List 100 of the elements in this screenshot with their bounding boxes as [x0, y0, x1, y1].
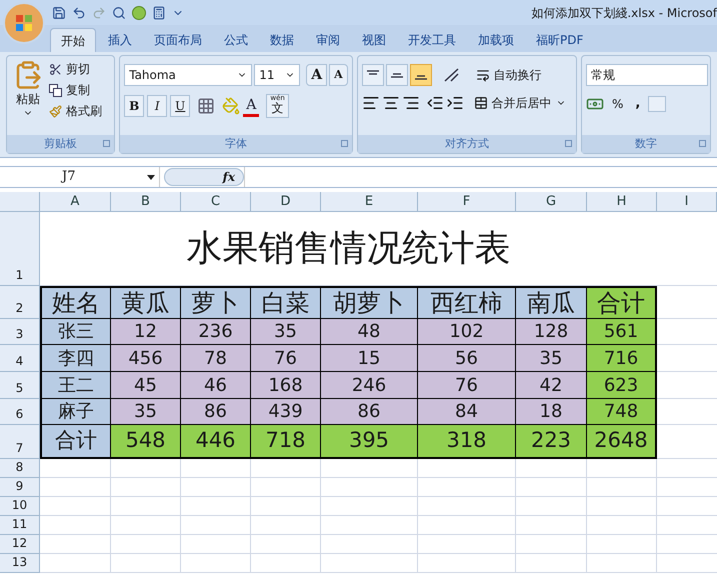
grid-cell[interactable]	[418, 497, 516, 516]
align-left-icon[interactable]	[362, 94, 380, 112]
row-header[interactable]: 10	[0, 497, 40, 516]
grid-cell[interactable]	[181, 516, 251, 535]
copy-button[interactable]: 复制	[49, 81, 102, 99]
font-color-button[interactable]: A	[243, 95, 260, 117]
grid-cell[interactable]	[111, 497, 181, 516]
grid-cell[interactable]	[321, 535, 418, 554]
fill-color-icon[interactable]	[222, 97, 240, 115]
italic-button[interactable]: I	[147, 95, 168, 117]
grid-cell[interactable]	[40, 554, 111, 573]
grid-cell[interactable]	[251, 459, 321, 478]
grid-cell[interactable]	[587, 459, 657, 478]
calculator-icon[interactable]	[152, 6, 166, 20]
row-header[interactable]: 13	[0, 554, 40, 573]
undo-icon[interactable]	[72, 6, 86, 20]
column-header[interactable]: B	[111, 192, 181, 212]
dialog-launcher-icon[interactable]	[103, 140, 110, 147]
grid-cell[interactable]	[111, 459, 181, 478]
ribbon-tab[interactable]: 开发工具	[398, 28, 466, 52]
shrink-font-button[interactable]: A	[329, 64, 348, 86]
vertical-align-button[interactable]	[386, 64, 408, 86]
cut-button[interactable]: 剪切	[49, 60, 102, 78]
grid-cell[interactable]	[181, 478, 251, 497]
border-icon[interactable]	[197, 97, 216, 115]
grid-cell[interactable]	[321, 478, 418, 497]
font-size-field[interactable]: 11	[254, 64, 300, 86]
ribbon-tab[interactable]: 视图	[352, 28, 396, 52]
print-preview-icon[interactable]	[112, 6, 126, 20]
row-header[interactable]: 11	[0, 516, 40, 535]
ribbon-tab[interactable]: 数据	[260, 28, 304, 52]
grid-cell[interactable]	[181, 497, 251, 516]
grid-cell[interactable]	[40, 459, 111, 478]
grid-cell[interactable]	[111, 478, 181, 497]
row-header[interactable]: 5	[0, 372, 40, 399]
grid-cell[interactable]	[587, 478, 657, 497]
ribbon-tab[interactable]: 审阅	[306, 28, 350, 52]
number-format-field[interactable]: 常规	[586, 64, 708, 86]
align-center-icon[interactable]	[382, 94, 400, 112]
grid-cell[interactable]	[111, 554, 181, 573]
grid-cell[interactable]	[418, 459, 516, 478]
grid-cell[interactable]	[516, 554, 587, 573]
font-name-field[interactable]: Tahoma	[124, 64, 252, 86]
grid-cell[interactable]	[321, 497, 418, 516]
grid-cell[interactable]	[516, 535, 587, 554]
grid-cell[interactable]	[111, 535, 181, 554]
column-header[interactable]: F	[418, 192, 516, 212]
grid-cell[interactable]	[418, 478, 516, 497]
dialog-launcher-icon[interactable]	[340, 140, 348, 147]
vertical-align-button[interactable]	[410, 64, 432, 86]
grid-cell[interactable]	[251, 554, 321, 573]
wrap-text-button[interactable]: 自动换行	[476, 66, 542, 84]
column-header[interactable]: D	[251, 192, 321, 212]
save-icon[interactable]	[52, 6, 66, 20]
row-header[interactable]: 6	[0, 399, 40, 425]
row-header[interactable]: 3	[0, 319, 40, 345]
increase-indent-icon[interactable]	[446, 94, 464, 112]
column-header[interactable]: E	[321, 192, 418, 212]
format-painter-button[interactable]: 格式刷	[49, 102, 102, 120]
column-header[interactable]: I	[657, 192, 717, 212]
row-header[interactable]: 8	[0, 459, 40, 478]
grid-cell[interactable]	[516, 516, 587, 535]
grid-cell[interactable]	[321, 459, 418, 478]
grid-cell[interactable]	[251, 535, 321, 554]
align-right-icon[interactable]	[402, 94, 420, 112]
column-header[interactable]: A	[40, 192, 111, 212]
column-header[interactable]: C	[181, 192, 251, 212]
column-header[interactable]: H	[587, 192, 657, 212]
decrease-indent-icon[interactable]	[426, 94, 444, 112]
grid-cell[interactable]	[251, 516, 321, 535]
merge-center-button[interactable]: 合并后居中	[474, 94, 566, 112]
row-header[interactable]: 7	[0, 425, 40, 459]
grid-cell[interactable]	[251, 478, 321, 497]
select-all-corner[interactable]	[0, 192, 40, 212]
grid-cell[interactable]	[418, 535, 516, 554]
grid-cell[interactable]	[516, 497, 587, 516]
grid-cell[interactable]	[321, 516, 418, 535]
dialog-launcher-icon[interactable]	[699, 140, 706, 147]
grid-cell[interactable]	[40, 516, 111, 535]
grid-cell[interactable]	[181, 535, 251, 554]
grid-cell[interactable]	[40, 497, 111, 516]
grid-cell[interactable]	[516, 459, 587, 478]
percent-button[interactable]: %	[608, 94, 628, 113]
row-header[interactable]: 1	[0, 212, 40, 286]
grid-cell[interactable]	[181, 459, 251, 478]
ribbon-tab[interactable]: 页面布局	[144, 28, 212, 52]
comma-button[interactable]: ,	[631, 94, 644, 114]
row-header[interactable]: 2	[0, 286, 40, 319]
bold-button[interactable]: B	[124, 95, 144, 117]
name-box[interactable]: J7	[0, 167, 160, 187]
grid-cell[interactable]	[40, 478, 111, 497]
grid-cell[interactable]	[321, 554, 418, 573]
paste-button[interactable]: 粘贴	[11, 60, 45, 131]
grid-cell[interactable]	[516, 478, 587, 497]
grid-cell[interactable]	[587, 516, 657, 535]
grid-cell[interactable]	[587, 535, 657, 554]
grid-cell[interactable]	[181, 554, 251, 573]
ribbon-tab[interactable]: 福昕PDF	[526, 28, 594, 52]
grid-cell[interactable]	[111, 516, 181, 535]
grid-cell[interactable]	[587, 497, 657, 516]
